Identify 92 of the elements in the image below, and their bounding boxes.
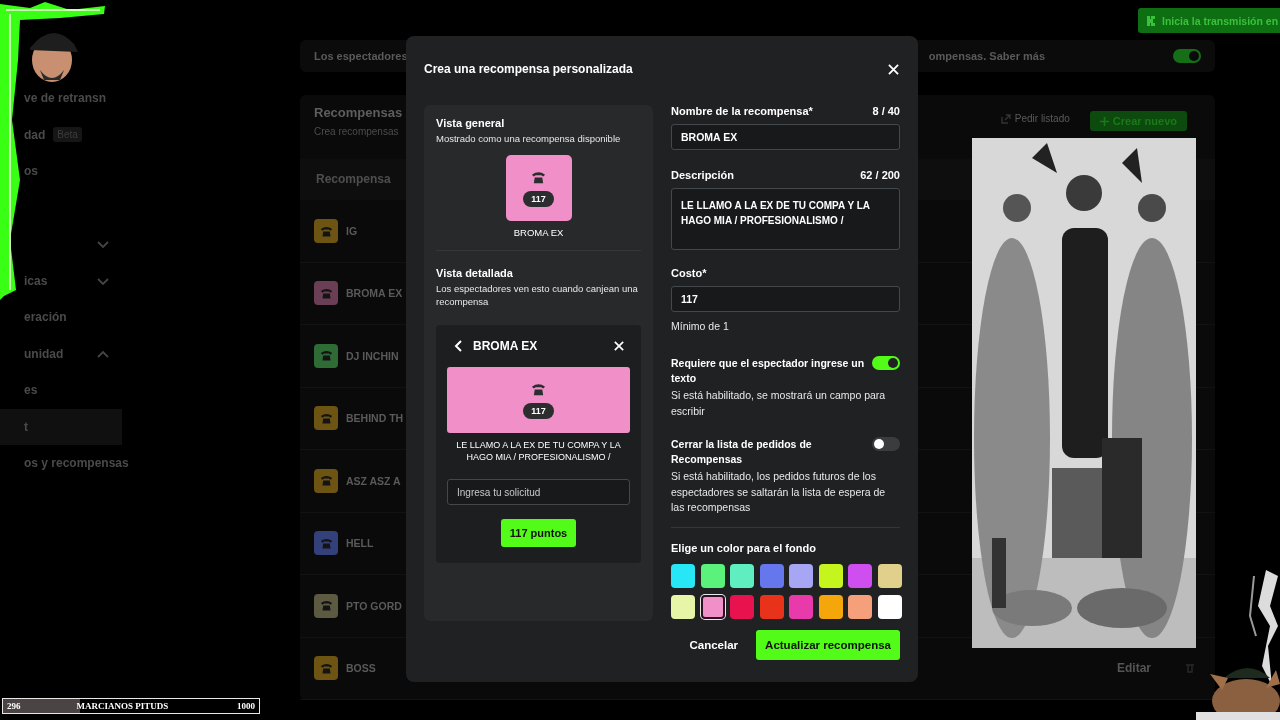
field-label: Elige un color para el fondo <box>671 541 817 554</box>
goal-current: 296 <box>7 701 21 711</box>
external-link-icon <box>1000 113 1011 124</box>
color-swatch[interactable] <box>789 594 813 619</box>
color-swatch[interactable] <box>877 563 902 588</box>
preview-subtitle: Los espectadores ven esto cuando canjean una recompensa <box>436 283 639 309</box>
telephone-icon <box>319 224 333 238</box>
color-swatch[interactable] <box>700 563 725 588</box>
banner-text: Los espectadores <box>314 50 408 62</box>
trash-icon <box>1185 663 1195 674</box>
telephone-icon <box>319 349 333 363</box>
color-swatch[interactable] <box>818 563 843 588</box>
toggle-switch[interactable] <box>872 436 900 451</box>
goal-target: 1000 <box>237 701 255 711</box>
telephone-icon <box>319 536 333 550</box>
redeem-button[interactable]: 117 puntos <box>500 519 577 548</box>
telephone-icon <box>531 381 546 397</box>
reward-name: BOSS <box>346 662 376 675</box>
toggle-switch[interactable] <box>872 356 900 370</box>
setting-description: Si está habilitado, los pedidos futuros de los espectadores se saltarán la lista de espera de las recompensas <box>671 469 887 515</box>
goal-title: MARCIANOS PITUDS <box>76 701 169 711</box>
reward-name: DJ INCHIN <box>346 349 399 362</box>
detail-title: BROMA EX <box>473 339 538 354</box>
request-input[interactable]: Ingresa tu solicitud <box>447 479 630 506</box>
color-swatch[interactable] <box>671 563 695 588</box>
sidebar-item[interactable]: es <box>24 383 38 398</box>
field-label: Nombre de la recompensa* <box>671 105 813 117</box>
name-field[interactable]: BROMA EX <box>671 124 900 150</box>
close-icon <box>887 63 899 75</box>
telephone-icon <box>319 286 333 300</box>
preview-title: Vista general <box>436 117 506 129</box>
cost-badge: 117 <box>523 402 554 419</box>
section-title: Recompensas <box>314 105 403 120</box>
color-swatch[interactable] <box>759 563 784 588</box>
reward-name: HELL <box>346 537 374 550</box>
dialog-title: Crea una recompensa personalizada <box>424 62 633 76</box>
cost-badge: 117 <box>523 190 554 207</box>
back-icon[interactable] <box>453 340 463 353</box>
sidebar-item[interactable]: os y recompensas <box>24 456 129 471</box>
telephone-icon <box>319 474 333 488</box>
preview-subtitle: Mostrado como una recompensa disponible <box>436 133 622 146</box>
request-list-link[interactable]: Pedir listado <box>1000 113 1070 124</box>
color-swatch[interactable] <box>730 594 754 619</box>
telephone-icon <box>319 661 333 675</box>
field-hint: Mínimo de 1 <box>671 320 730 332</box>
close-icon <box>614 341 624 352</box>
char-count: 62 / 200 <box>860 169 900 181</box>
update-button[interactable]: Actualizar recompensa <box>756 629 900 660</box>
close-button[interactable] <box>886 62 900 76</box>
countdown-text: Inicia la transmisión en <box>1162 14 1279 27</box>
reward-name: ASZ ASZ A <box>346 474 401 487</box>
preview-title: Vista detallada <box>436 267 514 280</box>
sidebar-item[interactable]: icas <box>24 273 48 288</box>
sidebar-item[interactable]: t <box>24 419 28 434</box>
setting-title: Requiere que el espectador ingrese un texto <box>671 356 866 387</box>
setting-title: Cerrar la lista de pedidos de Recompensas <box>671 436 813 468</box>
color-swatch[interactable] <box>848 594 872 619</box>
color-swatch[interactable] <box>671 594 695 619</box>
cost-field[interactable]: 117 <box>671 286 900 312</box>
reward-name: BROMA EX <box>513 227 564 239</box>
sidebar-item[interactable]: unidad <box>24 346 64 361</box>
color-swatch[interactable] <box>730 563 754 588</box>
color-swatch[interactable] <box>700 594 725 619</box>
toggle-switch[interactable] <box>1173 49 1201 63</box>
edit-link[interactable]: Editar <box>1117 661 1151 676</box>
banner-text: ompensas. Saber más <box>928 50 1045 62</box>
reward-description: LE LLAMO A LA EX DE TU COMPA Y LA HAGO MIA / PROFESIONALISMO / <box>455 439 622 464</box>
sidebar-item[interactable]: ve de retransn <box>24 91 107 106</box>
telephone-icon <box>319 599 333 613</box>
reward-name: BROMA EX <box>346 287 403 300</box>
setting-description: Si está habilitado, se mostrará un campo para escribir <box>671 388 887 419</box>
field-label: Descripción <box>671 169 734 181</box>
sidebar-item[interactable]: dad <box>24 127 46 142</box>
field-label: Costo* <box>671 267 707 279</box>
reward-name: IG <box>346 225 358 237</box>
reward-name: PTO GORD <box>346 599 402 612</box>
sidebar-item[interactable]: os <box>24 164 38 179</box>
color-swatch[interactable] <box>759 594 784 619</box>
char-count: 8 / 40 <box>872 105 900 117</box>
telephone-icon <box>531 169 546 185</box>
reward-name: BEHIND TH <box>346 412 404 425</box>
section-subtitle: Crea recompensas <box>314 126 400 137</box>
telephone-icon <box>319 411 333 425</box>
color-swatch[interactable] <box>789 563 813 588</box>
plus-icon <box>1099 116 1109 126</box>
color-swatch[interactable] <box>877 594 902 619</box>
description-field[interactable]: LE LLAMO A LA EX DE TU COMPA Y LA HAGO MIA / PROFESIONALISMO / <box>671 188 900 250</box>
color-swatch[interactable] <box>818 594 843 619</box>
cancel-button[interactable]: Cancelar <box>685 632 743 657</box>
logo-icon <box>1146 15 1156 26</box>
sidebar-item[interactable]: eración <box>24 310 67 325</box>
color-swatch[interactable] <box>848 563 872 588</box>
